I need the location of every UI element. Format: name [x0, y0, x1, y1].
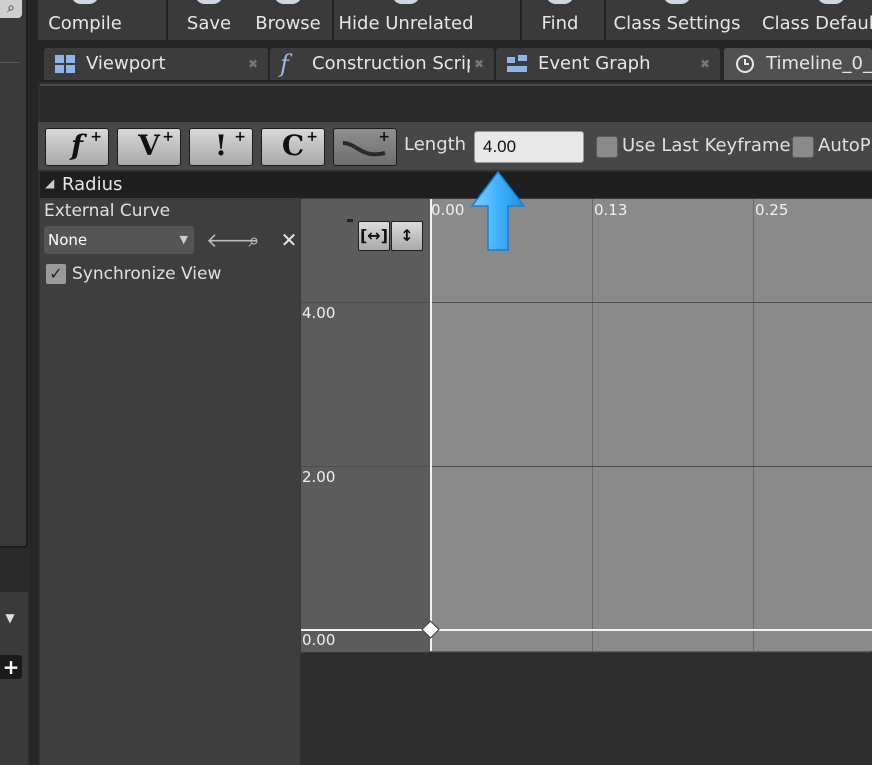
tab-construction-script[interactable]: f Construction Script ✖ [270, 48, 494, 80]
zoom-to-fit-horizontal-icon[interactable]: [↔] [358, 221, 390, 251]
save-icon [195, 0, 223, 4]
browse-button[interactable]: Browse [250, 0, 326, 40]
browse-search-icon[interactable]: ⌕ [243, 228, 265, 252]
grid-line [301, 302, 872, 303]
browse-icon [274, 0, 302, 4]
find-button[interactable]: Find [524, 0, 596, 40]
clear-x-icon[interactable]: ✕ [278, 228, 300, 252]
grid-line [592, 199, 593, 651]
hide-unrelated-icon [392, 0, 420, 4]
synchronize-view-label: Synchronize View [72, 264, 222, 284]
add-external-curve-track-button[interactable]: + [333, 128, 397, 166]
divider [0, 62, 20, 63]
left-panel-upper [0, 0, 28, 548]
curve-graph-active-range [430, 199, 872, 651]
x-tick-label: 0.25 [755, 201, 789, 219]
add-event-track-button[interactable]: ! + [189, 128, 253, 166]
grid-line [753, 199, 754, 651]
use-selected-arrow-icon[interactable]: 🡐 [206, 228, 260, 252]
find-icon [546, 0, 574, 4]
track-name: Radius [62, 174, 123, 195]
arrow-up-icon [470, 170, 526, 251]
length-input[interactable]: 4.00 [474, 131, 584, 163]
graph-marker [347, 219, 353, 222]
compile-icon [71, 0, 99, 4]
document-tab-bar: Viewport ✖ f Construction Script ✖ Event… [38, 40, 872, 82]
grid-line [301, 466, 872, 467]
add-icon[interactable]: + [0, 655, 22, 679]
toolbar-separator [166, 0, 168, 40]
add-color-track-button[interactable]: C + [261, 128, 325, 166]
use-last-keyframe-checkbox[interactable] [596, 136, 618, 158]
y-tick-label: 4.00 [302, 304, 336, 322]
length-label: Length [404, 134, 467, 155]
save-button[interactable]: Save [174, 0, 244, 40]
time-zero-line [430, 199, 432, 651]
external-curve-select[interactable]: None ▼ [44, 226, 194, 254]
compile-button[interactable]: Compile [38, 0, 132, 40]
toolbar-separator [332, 0, 334, 40]
collapse-triangle-icon[interactable]: ◢ [45, 176, 54, 190]
timeline-header-bar [40, 84, 872, 122]
hide-unrelated-button[interactable]: Hide Unrelated [336, 0, 476, 40]
synchronize-view-checkbox[interactable]: ✓ [46, 264, 66, 284]
add-float-track-button[interactable]: f + [45, 128, 109, 166]
external-curve-label: External Curve [44, 201, 171, 221]
event-graph-icon [507, 55, 527, 72]
x-tick-label: 0.13 [594, 201, 628, 219]
class-defaults-icon [817, 0, 845, 4]
class-settings-icon [663, 0, 691, 4]
search-icon[interactable]: ⌕ [0, 0, 22, 18]
chevron-down-icon[interactable]: ▼ [0, 606, 20, 630]
toolbar-separator [604, 0, 606, 40]
class-defaults-button[interactable]: Class Defaults [756, 0, 872, 40]
track-header[interactable] [40, 172, 872, 198]
function-icon: f [280, 50, 289, 78]
close-icon[interactable]: ✖ [700, 48, 710, 80]
y-tick-label: 2.00 [302, 468, 336, 486]
tab-event-graph[interactable]: Event Graph ✖ [496, 48, 720, 80]
y-tick-label: 0.00 [302, 631, 336, 649]
class-settings-button[interactable]: Class Settings [612, 0, 742, 40]
autoplay-checkbox[interactable] [792, 136, 814, 158]
use-last-keyframe-label: Use Last Keyframe? [622, 135, 801, 156]
toolbar-separator [520, 0, 522, 40]
main-toolbar: Compile Save Browse Hide Unrelated Find … [38, 0, 872, 40]
tab-timeline[interactable]: Timeline_0_Template [724, 48, 872, 80]
add-vector-track-button[interactable]: V + [117, 128, 181, 166]
close-icon[interactable]: ✖ [248, 48, 258, 80]
chevron-down-icon: ▼ [179, 233, 188, 246]
autoplay-label: AutoPlay [818, 135, 872, 156]
clock-icon [736, 55, 754, 73]
x-tick-label: 0.00 [431, 201, 465, 219]
close-icon[interactable]: ✖ [469, 48, 484, 80]
curve-line [301, 629, 872, 631]
tab-viewport[interactable]: Viewport ✖ [44, 48, 268, 80]
zoom-to-fit-vertical-icon[interactable]: ↕ [391, 221, 423, 251]
viewport-icon [55, 55, 75, 73]
